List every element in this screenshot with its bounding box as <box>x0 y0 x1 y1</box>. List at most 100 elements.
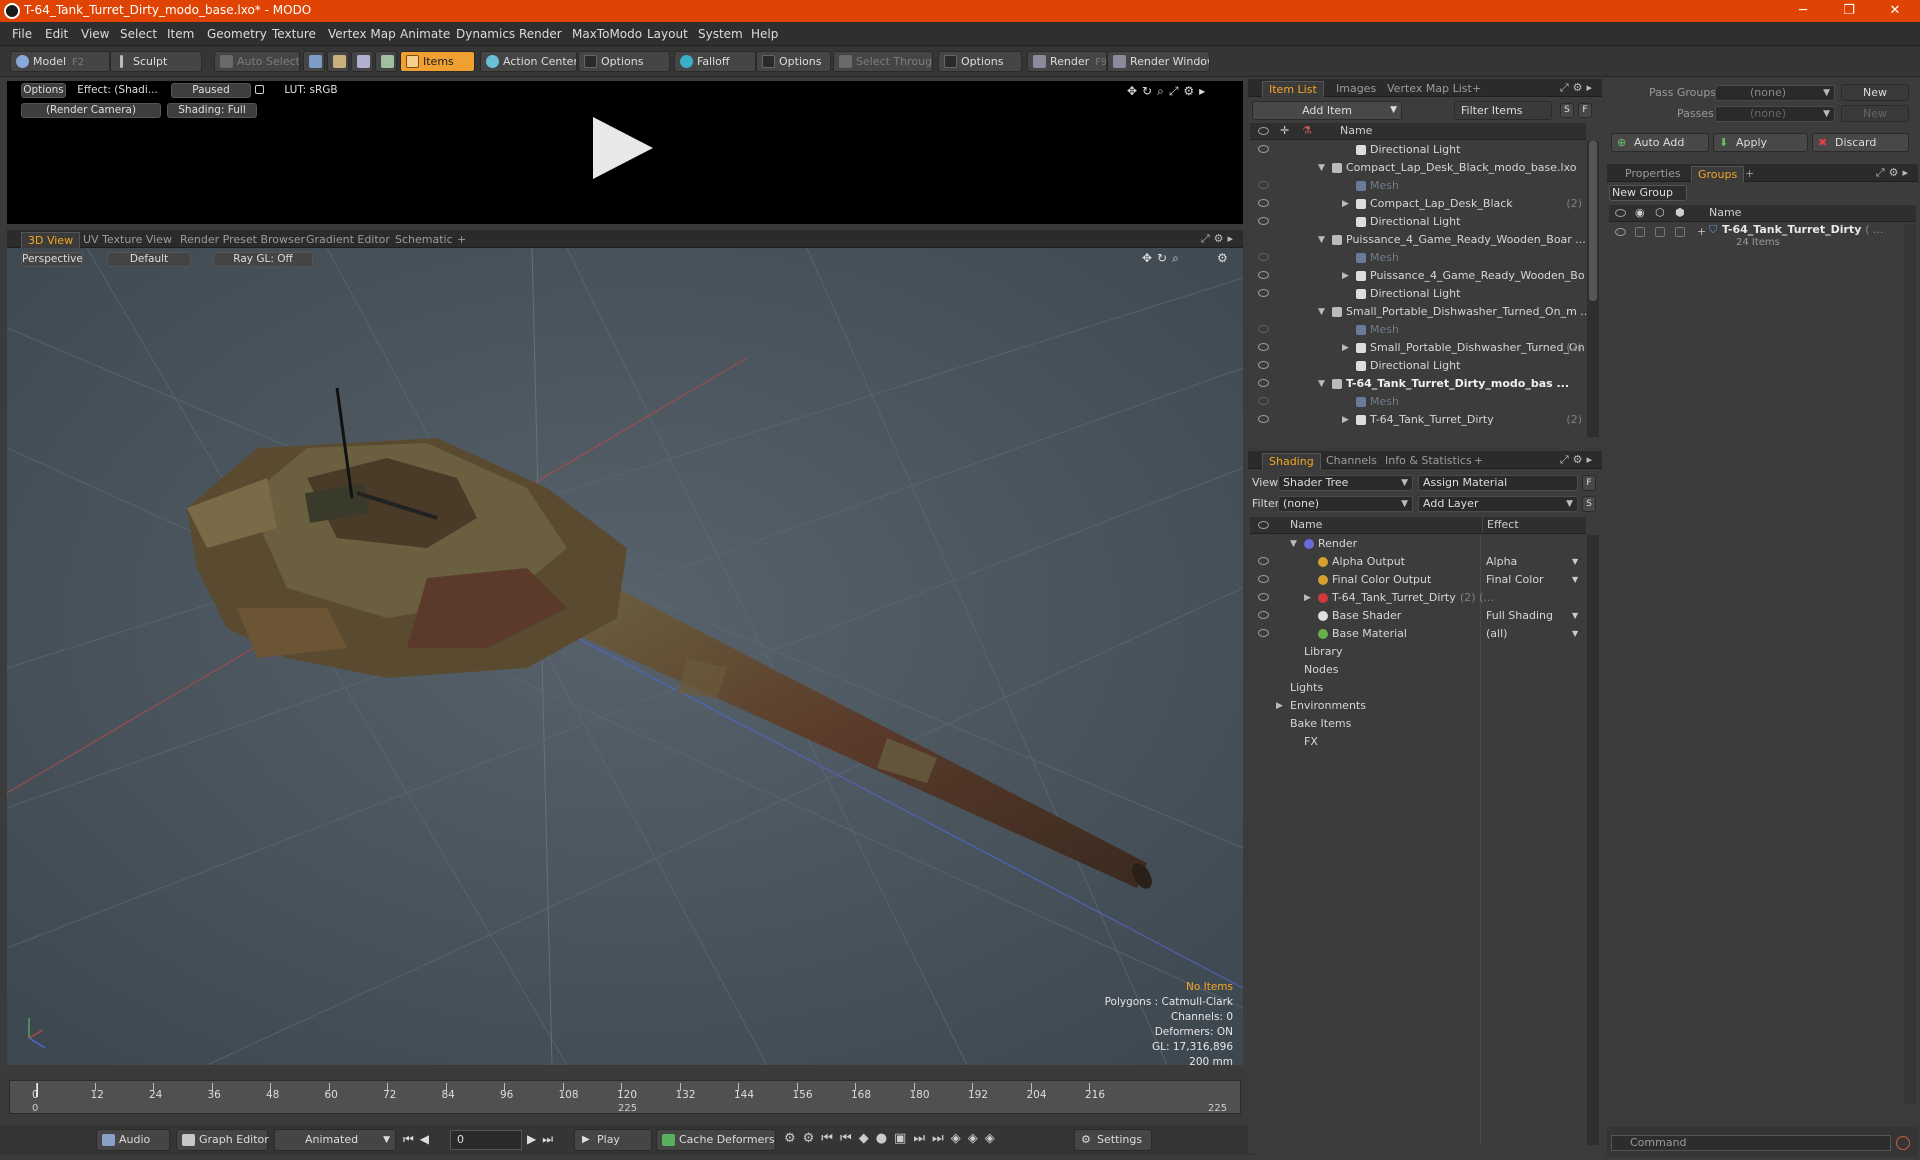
item-list-row[interactable]: ▶ Small_Portable_Dishwasher_Turned_On (2) <box>1250 339 1586 357</box>
lut-dropdown[interactable]: LUT: sRGB <box>269 83 353 98</box>
item-list-row[interactable]: ▼ Small_Portable_Dishwasher_Turned_On_m .… <box>1250 303 1586 321</box>
item-list-row[interactable]: Mesh <box>1250 177 1586 195</box>
visibility-toggle[interactable] <box>1258 415 1269 423</box>
menu-edit[interactable]: Edit <box>45 27 68 41</box>
render-button[interactable]: Render F9 <box>1027 51 1107 72</box>
add-tab-button[interactable]: + <box>1466 81 1487 97</box>
auto-add-button[interactable]: ⊕ Auto Add <box>1611 133 1709 152</box>
menu-geometry[interactable]: Geometry <box>207 27 267 41</box>
edges-mode-button[interactable] <box>327 51 349 72</box>
expand-icon[interactable]: ▼ <box>1318 159 1325 177</box>
menu-help[interactable]: Help <box>751 27 778 41</box>
new-pass-button[interactable]: New <box>1841 105 1909 122</box>
filter-s-button[interactable]: S <box>1560 103 1574 118</box>
shader-tree-row[interactable]: Final Color Output Final Color ▼ <box>1250 571 1586 589</box>
shader-tree-row[interactable]: FX <box>1250 733 1586 751</box>
preview-paused-button[interactable]: Paused <box>171 83 251 98</box>
tab-properties[interactable]: Properties <box>1619 166 1687 182</box>
visibility-toggle[interactable] <box>1258 575 1269 583</box>
expand-icon[interactable]: ▶ <box>1342 267 1349 285</box>
item-list-row[interactable]: ▶ T-64_Tank_Turret_Dirty (2) <box>1250 411 1586 429</box>
audio-button[interactable]: Audio <box>96 1129 170 1151</box>
viewport-settings-icon[interactable]: ⚙ <box>1217 251 1228 265</box>
play-icon[interactable] <box>587 113 657 183</box>
item-list-row[interactable]: ▼ T-64_Tank_Turret_Dirty_modo_bas ... <box>1250 375 1586 393</box>
item-list-scrollbar[interactable] <box>1587 141 1599 437</box>
select-toggle[interactable] <box>1675 227 1685 237</box>
shading-s-button[interactable]: S <box>1582 496 1596 512</box>
visibility-toggle[interactable] <box>1258 593 1269 601</box>
expand-icon[interactable]: ▼ <box>1318 303 1325 321</box>
action-center-options-button[interactable]: Options <box>578 51 670 72</box>
step-forward-icons[interactable]: ▶⏭ <box>527 1132 559 1147</box>
visibility-toggle[interactable] <box>1258 289 1269 297</box>
preview-nav-icons[interactable]: ✥↻⌕⤢⚙▸ <box>1127 84 1210 99</box>
lock-icon[interactable] <box>255 85 264 94</box>
effect-value[interactable]: (all) <box>1486 625 1507 643</box>
shader-tree-row[interactable]: ▶ T-64_Tank_Turret_Dirty (2) (... <box>1250 589 1586 607</box>
discard-button[interactable]: ✖ Discard <box>1812 133 1909 152</box>
polygons-mode-button[interactable] <box>351 51 373 72</box>
falloff-options-button[interactable]: Options <box>756 51 831 72</box>
panel-icons[interactable]: ⤢⚙▸ <box>1560 453 1596 467</box>
item-list-row[interactable]: Directional Light <box>1250 285 1586 303</box>
tab-uv-texture-view[interactable]: UV Texture View <box>77 232 178 248</box>
add-layer-dropdown[interactable]: Add Layer ▼ <box>1418 496 1578 512</box>
visibility-toggle[interactable] <box>1258 199 1269 207</box>
sculpt-mode-button[interactable]: Sculpt <box>110 51 202 72</box>
expand-icon[interactable]: + <box>1697 225 1706 238</box>
viewport-tab-icons[interactable]: ⤢⚙▸ <box>1201 232 1237 246</box>
expand-icon[interactable]: ▶ <box>1342 195 1349 213</box>
menu-view[interactable]: View <box>81 27 109 41</box>
shader-tree-row[interactable]: Library <box>1250 643 1586 661</box>
shader-tree-scrollbar[interactable] <box>1587 535 1599 1145</box>
frame-input[interactable]: 0 <box>450 1130 522 1150</box>
shader-tree-row[interactable]: Alpha Output Alpha ▼ <box>1250 553 1586 571</box>
chevron-down-icon[interactable]: ▼ <box>1572 607 1578 625</box>
key-controls-icons[interactable]: ⚙⚙⏮⏮◆●▣⏭⏭◈◈◈ <box>784 1131 1002 1146</box>
tab-groups[interactable]: Groups <box>1691 166 1745 182</box>
preview-camera-dropdown[interactable]: (Render Camera) <box>21 103 161 118</box>
add-item-dropdown[interactable]: Add Item ▼ <box>1252 101 1402 120</box>
filter-f-button[interactable]: F <box>1578 103 1592 118</box>
expand-icon[interactable]: ▶ <box>1304 589 1311 607</box>
new-pass-group-button[interactable]: New <box>1841 84 1909 101</box>
visibility-toggle[interactable] <box>1258 181 1269 189</box>
item-list-row[interactable]: Mesh <box>1250 249 1586 267</box>
tab-item-list[interactable]: Item List <box>1262 81 1324 97</box>
settings-button[interactable]: ⚙ Settings <box>1074 1129 1152 1151</box>
pass-groups-dropdown[interactable]: (none) ▼ <box>1715 85 1835 101</box>
tab-render-preset-browser[interactable]: Render Preset Browser <box>174 232 311 248</box>
visibility-toggle[interactable] <box>1258 145 1269 153</box>
expand-icon[interactable]: ▶ <box>1342 411 1349 429</box>
default-style-dropdown[interactable]: Default <box>107 252 191 267</box>
raygl-dropdown[interactable]: Ray GL: Off <box>213 252 313 267</box>
lock-toggle[interactable] <box>1655 227 1665 237</box>
menu-animate[interactable]: Animate <box>400 27 450 41</box>
shader-tree-row[interactable]: Base Material (all) ▼ <box>1250 625 1586 643</box>
group-row[interactable]: + ⛉ T-64_Tank_Turret_Dirty ( ... 24 Item… <box>1609 223 1916 254</box>
play-button[interactable]: ▶ Play <box>574 1129 652 1151</box>
visibility-toggle[interactable] <box>1258 397 1269 405</box>
select-through-options-button[interactable]: Options <box>938 51 1022 72</box>
menu-render[interactable]: Render <box>519 27 562 41</box>
assign-material-button[interactable]: Assign Material <box>1418 475 1578 491</box>
expand-icon[interactable]: ▼ <box>1318 231 1325 249</box>
minimize-button[interactable]: ─ <box>1780 0 1826 22</box>
panel-icons[interactable]: ⤢⚙▸ <box>1560 81 1596 95</box>
visibility-toggle[interactable] <box>1258 361 1269 369</box>
visibility-toggle[interactable] <box>1258 325 1269 333</box>
animated-dropdown[interactable]: Animated ▼ <box>274 1129 396 1151</box>
menu-dynamics[interactable]: Dynamics <box>456 27 515 41</box>
render-window-button[interactable]: Render Window <box>1107 51 1210 72</box>
shader-tree-row[interactable]: Bake Items <box>1250 715 1586 733</box>
add-tab-button[interactable]: + <box>1468 453 1489 469</box>
visibility-toggle[interactable] <box>1258 217 1269 225</box>
auto-select-button[interactable]: Auto Select <box>214 51 300 72</box>
chevron-down-icon[interactable]: ▼ <box>1572 571 1578 589</box>
cache-deformers-button[interactable]: Cache Deformers <box>656 1129 776 1151</box>
shader-tree-row[interactable]: Base Shader Full Shading ▼ <box>1250 607 1586 625</box>
tab-shading[interactable]: Shading <box>1262 453 1321 469</box>
command-history-icon[interactable] <box>1896 1136 1910 1150</box>
expand-icon[interactable]: ▶ <box>1276 697 1283 715</box>
